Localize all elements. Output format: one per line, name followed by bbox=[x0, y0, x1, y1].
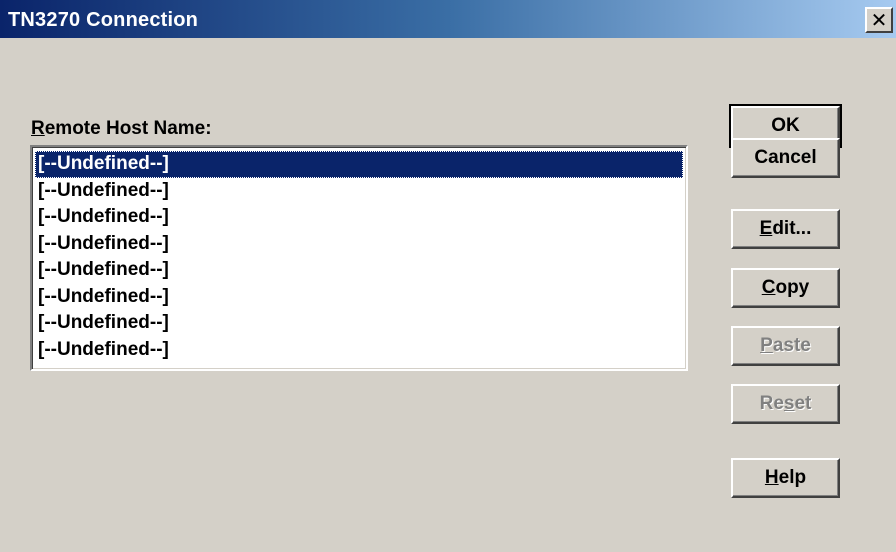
copy-label: Copy bbox=[762, 277, 810, 299]
help-mnemonic: H bbox=[764, 467, 779, 488]
edit-label-rest: dit... bbox=[772, 218, 812, 239]
list-item[interactable]: [--Undefined--] bbox=[35, 204, 683, 231]
list-item[interactable]: [--Undefined--] bbox=[35, 231, 683, 258]
paste-button[interactable]: Paste bbox=[731, 326, 840, 366]
copy-button[interactable]: Copy bbox=[731, 268, 840, 308]
help-label: Help bbox=[765, 467, 806, 489]
window-title: TN3270 Connection bbox=[8, 9, 199, 31]
list-item[interactable]: [--Undefined--] bbox=[35, 337, 683, 364]
list-item[interactable]: [--Undefined--] bbox=[35, 178, 683, 205]
remote-host-name-label: Remote Host Name: bbox=[31, 118, 212, 140]
list-item[interactable]: [--Undefined--] bbox=[35, 257, 683, 284]
list-item[interactable]: [--Undefined--] bbox=[35, 310, 683, 337]
help-label-rest: elp bbox=[778, 467, 807, 488]
copy-label-rest: opy bbox=[775, 277, 810, 298]
paste-mnemonic: P bbox=[760, 335, 773, 356]
cancel-button[interactable]: Cancel bbox=[731, 138, 840, 178]
paste-label-rest: aste bbox=[772, 335, 811, 356]
list-item[interactable]: [--Undefined--] bbox=[35, 284, 683, 311]
close-icon: ✕ bbox=[870, 9, 888, 32]
list-item[interactable]: [--Undefined--] bbox=[35, 151, 683, 178]
edit-button[interactable]: Edit... bbox=[731, 209, 840, 249]
paste-label: Paste bbox=[760, 335, 811, 357]
reset-label: Reset bbox=[760, 393, 812, 415]
label-mnemonic: R bbox=[31, 118, 45, 139]
reset-button[interactable]: Reset bbox=[731, 384, 840, 424]
reset-mnemonic: s bbox=[783, 393, 795, 414]
label-text: emote Host Name: bbox=[44, 118, 212, 139]
title-bar[interactable]: TN3270 Connection ✕ bbox=[0, 0, 896, 38]
copy-mnemonic: C bbox=[761, 277, 776, 298]
reset-label-after: et bbox=[794, 393, 812, 414]
edit-label: Edit... bbox=[760, 218, 812, 240]
close-button[interactable]: ✕ bbox=[865, 7, 893, 33]
ok-label: OK bbox=[771, 115, 800, 136]
reset-label-before: Re bbox=[759, 393, 784, 414]
remote-host-listbox[interactable]: [--Undefined--] [--Undefined--] [--Undef… bbox=[30, 145, 688, 371]
cancel-label: Cancel bbox=[754, 147, 817, 168]
help-button[interactable]: Help bbox=[731, 458, 840, 498]
edit-mnemonic: E bbox=[759, 218, 773, 239]
